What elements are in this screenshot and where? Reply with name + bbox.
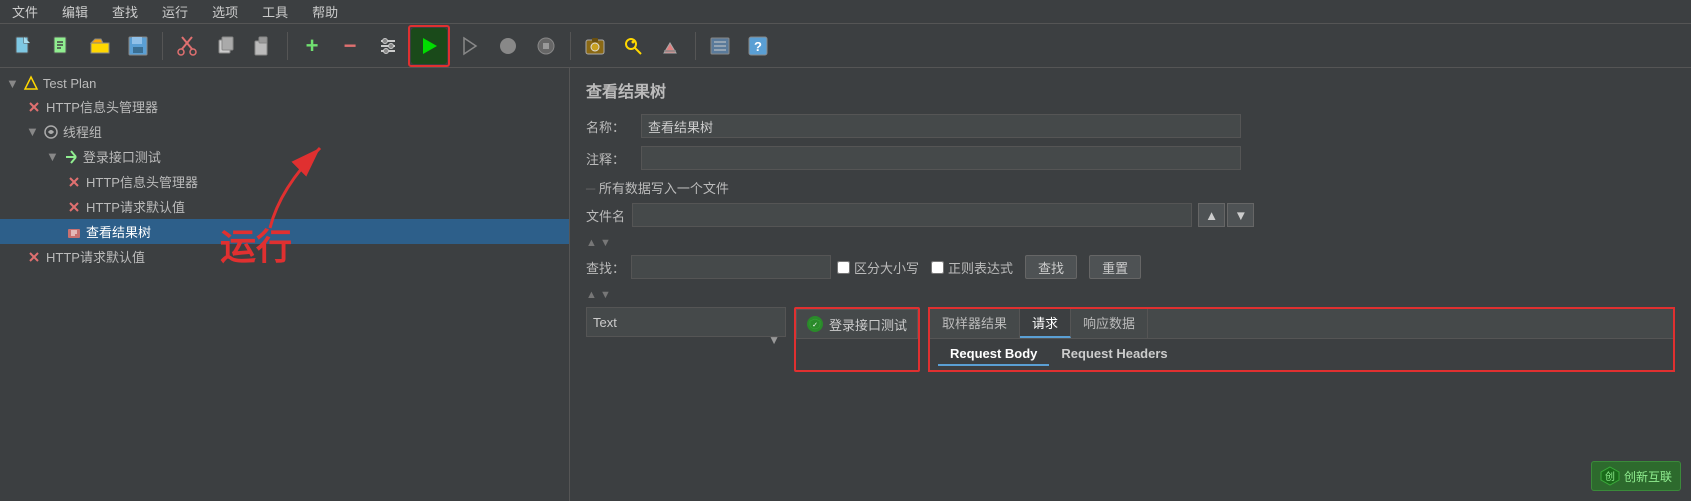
menu-find[interactable]: 查找: [108, 0, 142, 23]
svg-text:✓: ✓: [812, 322, 818, 329]
list-button[interactable]: [702, 28, 738, 64]
sub-tabs: Request Body Request Headers: [930, 339, 1673, 370]
tree-item-http-header-1[interactable]: HTTP信息头管理器: [0, 94, 569, 119]
tree-item-login-test[interactable]: ▼ 登录接口测试: [0, 144, 569, 169]
file-up-button[interactable]: ▲: [1198, 203, 1225, 227]
case-sensitive-checkbox[interactable]: [837, 261, 850, 274]
bottom-area: Text RegExp Tester CSS/JQuery Tester XPa…: [586, 307, 1675, 372]
paste-button[interactable]: [245, 28, 281, 64]
new-button[interactable]: [6, 28, 42, 64]
stop-button[interactable]: [490, 28, 526, 64]
menu-edit[interactable]: 编辑: [58, 0, 92, 23]
sample-item-highlight: ✓ 登录接口测试: [794, 307, 920, 372]
nav-arrows: ▲ ▼: [586, 235, 1675, 249]
case-sensitive-label[interactable]: 区分大小写: [837, 258, 919, 277]
watermark-icon: 创: [1600, 466, 1620, 486]
tree-item-result-tree[interactable]: 查看结果树: [0, 219, 569, 244]
cut-button[interactable]: [169, 28, 205, 64]
open-button[interactable]: [82, 28, 118, 64]
remove-button[interactable]: −: [332, 28, 368, 64]
template-button[interactable]: [44, 28, 80, 64]
brush-button[interactable]: [653, 28, 689, 64]
separator-4: [695, 32, 696, 60]
search-options: 区分大小写 正则表达式 查找 重置: [837, 255, 1141, 279]
file-row: 文件名 ▲ ▼: [586, 203, 1675, 227]
svg-text:?: ?: [754, 39, 762, 54]
tab-response-data[interactable]: 响应数据: [1071, 309, 1148, 338]
comment-label: 注释：: [586, 149, 641, 168]
regex-checkbox[interactable]: [931, 261, 944, 274]
start-no-pause-button[interactable]: [452, 28, 488, 64]
sub-tab-request-headers[interactable]: Request Headers: [1049, 343, 1179, 366]
find-button[interactable]: 查找: [1025, 255, 1077, 279]
tab-sampler-result[interactable]: 取样器结果: [930, 309, 1020, 338]
name-row: 名称：: [586, 114, 1675, 138]
search-input[interactable]: [631, 255, 831, 279]
name-label: 名称：: [586, 117, 641, 136]
copy-button[interactable]: [207, 28, 243, 64]
menu-bar: 文件 编辑 查找 运行 选项 工具 帮助: [0, 0, 1691, 24]
main-area: ▼ Test Plan HTTP信息头管理器 ▼ 线程组 ▼ 登录接口测试 HT…: [0, 68, 1691, 501]
separator-3: [570, 32, 571, 60]
menu-help[interactable]: 帮助: [308, 0, 342, 23]
search-button[interactable]: [615, 28, 651, 64]
shield-icon: ✓: [807, 316, 823, 332]
text-dropdown[interactable]: Text RegExp Tester CSS/JQuery Tester XPa…: [586, 307, 786, 337]
separator-2: [287, 32, 288, 60]
sample-item[interactable]: ✓ 登录接口测试: [796, 309, 918, 339]
tree-item-http-default-2[interactable]: HTTP请求默认值: [0, 244, 569, 269]
search-label: 查找：: [586, 258, 625, 277]
regex-label[interactable]: 正则表达式: [931, 258, 1013, 277]
reset-button[interactable]: 重置: [1089, 255, 1141, 279]
all-data-label: ─ 所有数据写入一个文件: [586, 178, 1675, 197]
file-label: 文件名: [586, 206, 626, 225]
play-button-highlight: [408, 25, 450, 67]
tree-item-thread-group[interactable]: ▼ 线程组: [0, 119, 569, 144]
tab-request[interactable]: 请求: [1020, 309, 1071, 338]
tree-item-test-plan[interactable]: ▼ Test Plan: [0, 72, 569, 94]
save-button[interactable]: [120, 28, 156, 64]
config-button[interactable]: [370, 28, 406, 64]
svg-text:创: 创: [1605, 470, 1615, 483]
panel-title: 查看结果树: [586, 78, 1675, 102]
shutdown-button[interactable]: [528, 28, 564, 64]
menu-options[interactable]: 选项: [208, 0, 242, 23]
toolbar: + − ?: [0, 24, 1691, 68]
file-input[interactable]: [632, 203, 1192, 227]
sub-tab-request-body[interactable]: Request Body: [938, 343, 1049, 366]
menu-run[interactable]: 运行: [158, 0, 192, 23]
name-input[interactable]: [641, 114, 1241, 138]
comment-row: 注释：: [586, 146, 1675, 170]
text-dropdown-wrap: Text RegExp Tester CSS/JQuery Tester XPa…: [586, 307, 786, 372]
watermark: 创 创新互联: [1591, 461, 1681, 491]
menu-tools[interactable]: 工具: [258, 0, 292, 23]
add-button[interactable]: +: [294, 28, 330, 64]
nav-arrows-2: ▲ ▼: [586, 287, 1675, 301]
search-row: 查找： 区分大小写 正则表达式 查找 重置: [586, 255, 1675, 279]
screenshot-button[interactable]: [577, 28, 613, 64]
tabs-header: 取样器结果 请求 响应数据: [930, 309, 1673, 339]
play-button[interactable]: [411, 28, 447, 64]
help-button[interactable]: ?: [740, 28, 776, 64]
tree-item-http-default-1[interactable]: HTTP请求默认值: [0, 194, 569, 219]
separator-1: [162, 32, 163, 60]
right-panel: 查看结果树 名称： 注释： ─ 所有数据写入一个文件 文件名 ▲ ▼ ▲ ▼: [570, 68, 1691, 501]
menu-file[interactable]: 文件: [8, 0, 42, 23]
file-arrows: ▲ ▼: [1198, 203, 1254, 227]
tree-item-http-header-2[interactable]: HTTP信息头管理器: [0, 169, 569, 194]
file-down-button[interactable]: ▼: [1227, 203, 1254, 227]
tree-panel: ▼ Test Plan HTTP信息头管理器 ▼ 线程组 ▼ 登录接口测试 HT…: [0, 68, 570, 501]
comment-input[interactable]: [641, 146, 1241, 170]
tabs-area: 取样器结果 请求 响应数据 Request Body Request Heade…: [928, 307, 1675, 372]
